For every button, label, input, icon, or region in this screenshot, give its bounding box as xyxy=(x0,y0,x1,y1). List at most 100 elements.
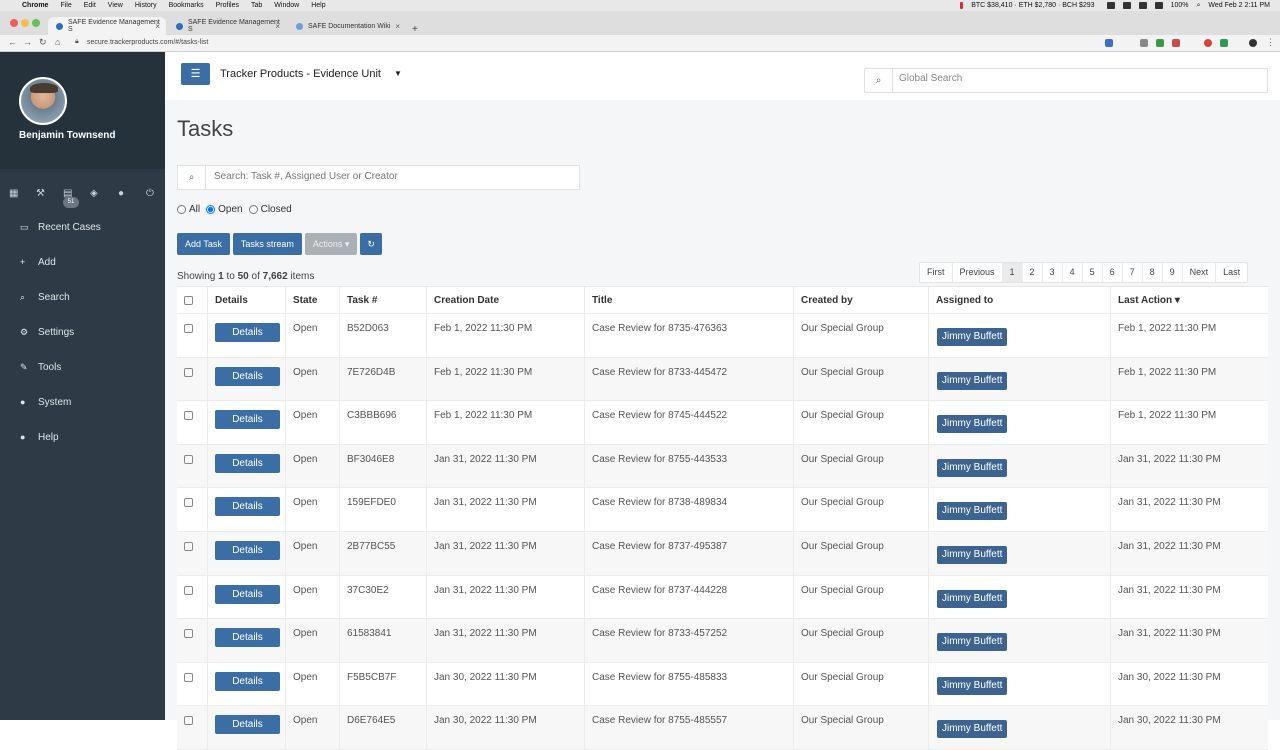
extension-icon[interactable] xyxy=(1105,39,1113,47)
details-button[interactable]: Details xyxy=(215,410,280,430)
pagination-item[interactable]: 5 xyxy=(1083,263,1103,282)
spotlight-icon[interactable]: ⌕ xyxy=(1196,2,1200,10)
assignee-badge[interactable]: Jimmy Buffett xyxy=(937,676,1008,695)
browser-tab[interactable]: SAFE Documentation Wiki × xyxy=(288,17,406,35)
row-checkbox[interactable] xyxy=(184,541,193,551)
assignee-badge[interactable]: Jimmy Buffett xyxy=(937,458,1008,477)
assignee-badge[interactable]: Jimmy Buffett xyxy=(937,328,1008,346)
tray-icon[interactable] xyxy=(1138,2,1147,9)
assignee-badge[interactable]: Jimmy Buffett xyxy=(937,545,1008,564)
extension-icon[interactable] xyxy=(1140,39,1148,47)
close-tab-icon[interactable]: × xyxy=(155,22,160,31)
menu-window[interactable]: Window xyxy=(274,0,299,11)
caret-down-icon[interactable]: ▼ xyxy=(394,69,402,78)
assignee-badge[interactable]: Jimmy Buffett xyxy=(937,415,1008,434)
address-bar[interactable]: secure.trackerproducts.com/#/tasks-list xyxy=(87,37,208,49)
row-checkbox[interactable] xyxy=(184,716,193,726)
extension-icon[interactable] xyxy=(1156,39,1164,47)
menu-edit[interactable]: Edit xyxy=(84,0,96,11)
dashboard-icon[interactable]: ▦ xyxy=(9,188,18,199)
details-button[interactable]: Details xyxy=(215,540,280,560)
row-checkbox[interactable] xyxy=(184,324,193,333)
pagination-item[interactable]: Previous xyxy=(953,263,1003,282)
actions-dropdown-button[interactable]: Actions ▾ xyxy=(304,233,358,255)
header-created-by[interactable]: Created by xyxy=(794,287,929,313)
row-checkbox[interactable] xyxy=(184,498,193,508)
menu-chrome[interactable]: Chrome xyxy=(22,0,48,11)
details-button[interactable]: Details xyxy=(215,453,280,473)
browser-tab[interactable]: SAFE Evidence Management S × xyxy=(48,17,166,35)
clock[interactable]: Wed Feb 2 2:11 PM xyxy=(1208,2,1270,9)
row-checkbox[interactable] xyxy=(184,411,193,421)
extension-icon[interactable] xyxy=(1220,39,1228,47)
search-icon[interactable]: ⌕ xyxy=(178,166,206,189)
header-state[interactable]: State xyxy=(286,287,340,313)
maximize-window-icon[interactable] xyxy=(32,19,40,27)
pagination-item[interactable]: 8 xyxy=(1143,263,1163,282)
pagination-item[interactable]: 4 xyxy=(1063,263,1083,282)
filter-all-radio[interactable] xyxy=(177,205,186,214)
profile-avatar-icon[interactable] xyxy=(1249,39,1257,47)
pagination-item[interactable]: Next xyxy=(1183,263,1217,282)
pagination-item[interactable]: First xyxy=(920,263,953,282)
home-icon[interactable]: ⌂ xyxy=(55,37,60,47)
header-task-number[interactable]: Task # xyxy=(340,287,427,313)
details-button[interactable]: Details xyxy=(215,715,280,735)
assignee-badge[interactable]: Jimmy Buffett xyxy=(937,502,1008,521)
sidebar-item-settings[interactable]: ⚙ Settings xyxy=(0,320,165,344)
pagination-item[interactable]: 1 xyxy=(1002,263,1023,282)
forward-icon[interactable]: → xyxy=(23,37,32,47)
row-checkbox[interactable] xyxy=(184,629,193,639)
close-window-icon[interactable] xyxy=(10,19,18,27)
filter-closed[interactable]: Closed xyxy=(248,204,292,215)
assignee-badge[interactable]: Jimmy Buffett xyxy=(937,720,1008,739)
refresh-button[interactable]: ↻ xyxy=(360,233,382,255)
pagination-item[interactable]: 6 xyxy=(1103,263,1123,282)
extension-icon[interactable] xyxy=(1204,39,1212,47)
menu-profiles[interactable]: Profiles xyxy=(216,0,239,11)
assignee-badge[interactable]: Jimmy Buffett xyxy=(937,633,1008,652)
recording-icon[interactable] xyxy=(960,2,964,9)
lock-icon[interactable]: 🔒︎ xyxy=(75,38,79,46)
menu-bookmarks[interactable]: Bookmarks xyxy=(169,0,204,11)
pagination-item[interactable]: 2 xyxy=(1023,263,1043,282)
sidebar-item-tools[interactable]: ✎ Tools xyxy=(0,355,165,379)
global-search-input[interactable] xyxy=(899,73,1259,84)
gavel-icon[interactable]: ⚒ xyxy=(36,188,45,199)
row-checkbox[interactable] xyxy=(184,367,193,377)
minimize-window-icon[interactable] xyxy=(21,19,29,27)
close-tab-icon[interactable]: × xyxy=(275,22,280,31)
filter-open[interactable]: Open xyxy=(206,204,243,215)
add-task-button[interactable]: Add Task xyxy=(177,233,230,255)
header-creation-date[interactable]: Creation Date xyxy=(427,287,585,313)
extension-icon[interactable] xyxy=(1172,39,1180,47)
header-title[interactable]: Title xyxy=(585,287,794,313)
assignee-badge[interactable]: Jimmy Buffett xyxy=(937,371,1008,390)
browser-menu-icon[interactable]: ⋮ xyxy=(1266,37,1275,48)
details-button[interactable]: Details xyxy=(215,584,280,604)
user-icon[interactable]: ● xyxy=(118,188,124,199)
pagination-item[interactable]: Last xyxy=(1216,263,1247,282)
pagination-item[interactable]: 3 xyxy=(1043,263,1063,282)
sidebar-item-add[interactable]: + Add xyxy=(0,250,165,274)
power-icon[interactable]: ⏻ xyxy=(146,188,154,199)
sidebar-item-search[interactable]: ⌕ Search xyxy=(0,285,165,309)
close-tab-icon[interactable]: × xyxy=(395,22,400,31)
new-tab-icon[interactable]: + xyxy=(412,24,418,35)
row-checkbox[interactable] xyxy=(184,585,193,595)
tray-icon[interactable] xyxy=(1122,2,1131,9)
select-all-checkbox[interactable] xyxy=(184,296,193,305)
tray-icon[interactable] xyxy=(1106,2,1115,9)
task-search-input[interactable] xyxy=(214,171,574,182)
crypto-ticker[interactable]: BTC $38,410 · ETH $2,780 · BCH $293 xyxy=(971,2,1094,9)
header-last-action[interactable]: Last Action ▾ xyxy=(1111,287,1268,313)
details-button[interactable]: Details xyxy=(215,671,280,691)
search-icon[interactable]: ⌕ xyxy=(865,69,893,92)
browser-tab[interactable]: SAFE Evidence Management S × xyxy=(168,17,286,35)
tags-icon[interactable]: ◈ xyxy=(90,188,98,199)
filter-open-radio[interactable] xyxy=(206,205,216,214)
tasks-stream-button[interactable]: Tasks stream xyxy=(232,233,302,255)
pagination-item[interactable]: 7 xyxy=(1123,263,1143,282)
menu-tab[interactable]: Tab xyxy=(251,0,262,11)
unit-selector[interactable]: Tracker Products - Evidence Unit xyxy=(220,68,381,80)
